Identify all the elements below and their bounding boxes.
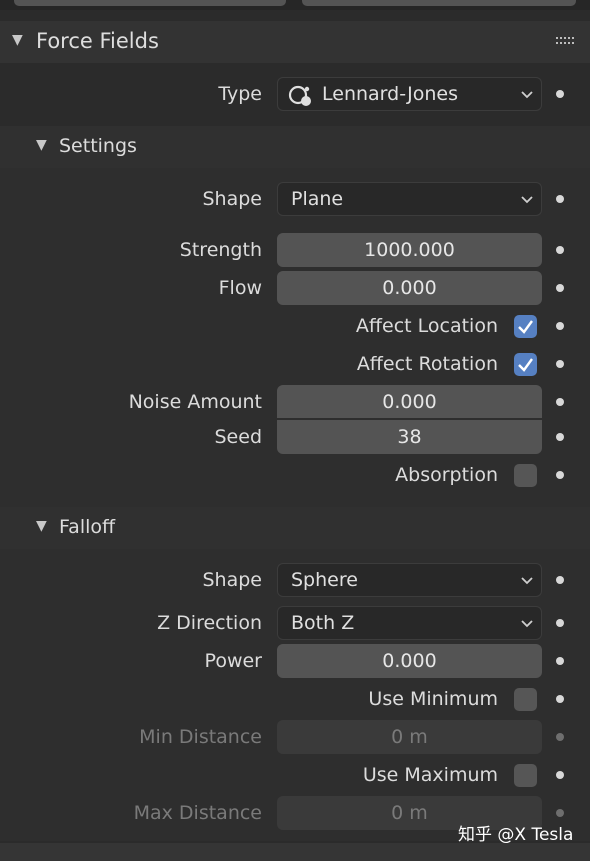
use-maximum-label: Use Maximum bbox=[362, 764, 498, 786]
noise-amount-label: Noise Amount bbox=[128, 391, 262, 413]
panel-title: Force Fields bbox=[36, 29, 159, 53]
settings-title: Settings bbox=[59, 135, 137, 157]
affect-location-checkbox[interactable] bbox=[514, 315, 537, 338]
animate-property-dot[interactable] bbox=[556, 433, 564, 441]
collapse-triangle-icon[interactable]: ▼ bbox=[36, 518, 47, 534]
chevron-down-icon bbox=[521, 620, 533, 628]
falloff-shape-label: Shape bbox=[202, 569, 263, 591]
chevron-down-icon bbox=[521, 196, 533, 204]
use-minimum-label: Use Minimum bbox=[368, 688, 498, 710]
animate-property-dot[interactable] bbox=[556, 576, 564, 584]
falloff-title: Falloff bbox=[59, 516, 116, 538]
collapse-triangle-icon[interactable]: ▼ bbox=[36, 137, 47, 153]
animate-property-dot[interactable] bbox=[556, 619, 564, 627]
affect-rotation-label: Affect Rotation bbox=[356, 353, 498, 375]
force-field-type-icon bbox=[288, 85, 311, 106]
checkmark-icon bbox=[518, 358, 533, 372]
strength-field[interactable]: 1000.000 bbox=[277, 233, 542, 267]
falloff-shape-dropdown[interactable]: Sphere bbox=[277, 563, 542, 597]
settings-shape-label: Shape bbox=[202, 188, 263, 210]
animate-property-dot[interactable] bbox=[556, 733, 564, 741]
animate-property-dot[interactable] bbox=[556, 90, 564, 98]
power-field[interactable]: 0.000 bbox=[277, 644, 542, 678]
noise-amount-field[interactable]: 0.000 bbox=[277, 385, 542, 418]
chevron-down-icon bbox=[521, 91, 533, 99]
absorption-checkbox[interactable] bbox=[514, 464, 537, 487]
flow-field[interactable]: 0.000 bbox=[277, 271, 542, 305]
seed-label: Seed bbox=[214, 426, 263, 448]
seed-field[interactable]: 38 bbox=[277, 420, 542, 454]
animate-property-dot[interactable] bbox=[556, 657, 564, 665]
animate-property-dot[interactable] bbox=[556, 246, 564, 254]
top-button-left[interactable] bbox=[14, 0, 286, 6]
falloff-shape-value: Sphere bbox=[291, 569, 358, 591]
settings-subpanel-body bbox=[0, 168, 590, 507]
settings-subpanel-header[interactable]: ▼ Settings bbox=[0, 126, 590, 168]
animate-property-dot[interactable] bbox=[556, 195, 564, 203]
watermark-text: 知乎 @X Tesla bbox=[458, 825, 574, 845]
use-minimum-checkbox[interactable] bbox=[514, 688, 537, 711]
animate-property-dot[interactable] bbox=[556, 284, 564, 292]
animate-property-dot[interactable] bbox=[556, 471, 564, 479]
chevron-down-icon bbox=[521, 577, 533, 585]
falloff-subpanel-header[interactable]: ▼ Falloff bbox=[0, 507, 590, 549]
animate-property-dot[interactable] bbox=[556, 398, 564, 406]
flow-label: Flow bbox=[218, 277, 262, 299]
min-distance-field[interactable]: 0 m bbox=[277, 720, 542, 754]
settings-shape-dropdown[interactable]: Plane bbox=[277, 182, 542, 216]
type-label: Type bbox=[218, 83, 262, 105]
min-distance-label: Min Distance bbox=[139, 726, 262, 748]
z-direction-dropdown[interactable]: Both Z bbox=[277, 606, 542, 640]
animate-property-dot[interactable] bbox=[556, 809, 564, 817]
animate-property-dot[interactable] bbox=[556, 360, 564, 368]
top-toolbar-strip bbox=[0, 0, 590, 10]
strength-label: Strength bbox=[179, 239, 262, 261]
animate-property-dot[interactable] bbox=[556, 771, 564, 779]
top-button-right[interactable] bbox=[302, 0, 576, 6]
power-label: Power bbox=[204, 650, 262, 672]
affect-rotation-checkbox[interactable] bbox=[514, 353, 537, 376]
max-distance-label: Max Distance bbox=[133, 802, 262, 824]
z-direction-value: Both Z bbox=[291, 612, 355, 634]
type-dropdown[interactable]: Lennard-Jones bbox=[277, 77, 542, 111]
collapse-triangle-icon[interactable]: ▼ bbox=[12, 32, 23, 48]
checkmark-icon bbox=[518, 320, 533, 334]
use-maximum-checkbox[interactable] bbox=[514, 764, 537, 787]
settings-shape-value: Plane bbox=[291, 188, 344, 210]
animate-property-dot[interactable] bbox=[556, 695, 564, 703]
force-fields-panel-header[interactable]: ▼ Force Fields bbox=[0, 21, 590, 63]
z-direction-label: Z Direction bbox=[157, 612, 262, 634]
drag-handle-icon[interactable] bbox=[556, 37, 576, 47]
affect-location-label: Affect Location bbox=[355, 315, 498, 337]
animate-property-dot[interactable] bbox=[556, 322, 564, 330]
absorption-label: Absorption bbox=[395, 464, 498, 486]
type-value: Lennard-Jones bbox=[322, 83, 458, 105]
